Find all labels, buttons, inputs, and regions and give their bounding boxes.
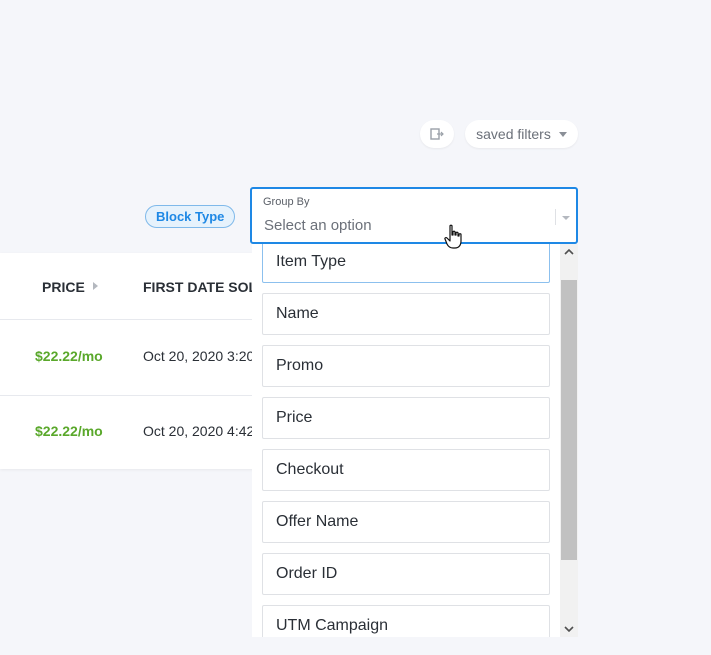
price-cell: $22.22/mo (35, 348, 103, 364)
saved-filters-dropdown[interactable]: saved filters (465, 120, 578, 148)
scroll-down-icon[interactable] (560, 621, 578, 637)
option-promo[interactable]: Promo (262, 345, 550, 387)
orders-table: PRICE FIRST DATE SOLD $22.22/mo Oct 20, … (0, 253, 267, 470)
sort-icon[interactable] (93, 282, 98, 290)
group-by-select[interactable]: Group By Select an option (250, 187, 578, 244)
menu-scrollbar[interactable] (560, 244, 578, 637)
block-type-chip[interactable]: Block Type (145, 205, 236, 228)
group-by-placeholder: Select an option (264, 217, 372, 234)
option-checkout[interactable]: Checkout (262, 449, 550, 491)
select-separator (555, 209, 556, 225)
option-offer-name[interactable]: Offer Name (262, 501, 550, 543)
table-row[interactable]: $22.22/mo Oct 20, 2020 4:42 (0, 395, 260, 470)
column-header-price[interactable]: PRICE (42, 279, 85, 295)
hand-cursor-icon (444, 224, 462, 249)
price-cell: $22.22/mo (35, 423, 103, 439)
first-date-sold-cell: Oct 20, 2020 3:20 (143, 348, 255, 364)
option-item-type[interactable]: Item Type (262, 244, 550, 283)
option-price[interactable]: Price (262, 397, 550, 439)
option-order-id[interactable]: Order ID (262, 553, 550, 595)
block-type-chip-label: Block Type (156, 209, 225, 224)
scrollbar-thumb[interactable] (561, 280, 577, 560)
scroll-up-icon[interactable] (560, 244, 578, 260)
chevron-down-icon[interactable] (562, 216, 570, 220)
column-header-first-date-sold[interactable]: FIRST DATE SOLD (143, 279, 267, 295)
export-icon (430, 128, 444, 140)
saved-filters-label: saved filters (476, 126, 551, 142)
option-name[interactable]: Name (262, 293, 550, 335)
table-row[interactable]: $22.22/mo Oct 20, 2020 3:20 (0, 320, 260, 396)
table-header: PRICE FIRST DATE SOLD (0, 253, 267, 320)
option-utm-campaign[interactable]: UTM Campaign (262, 605, 550, 637)
first-date-sold-cell: Oct 20, 2020 4:42 (143, 423, 255, 439)
group-by-menu: Item Type Name Promo Price Checkout Offe… (252, 244, 578, 637)
export-button[interactable] (420, 120, 454, 148)
chevron-down-icon (558, 131, 567, 137)
group-by-label: Group By (263, 196, 310, 208)
